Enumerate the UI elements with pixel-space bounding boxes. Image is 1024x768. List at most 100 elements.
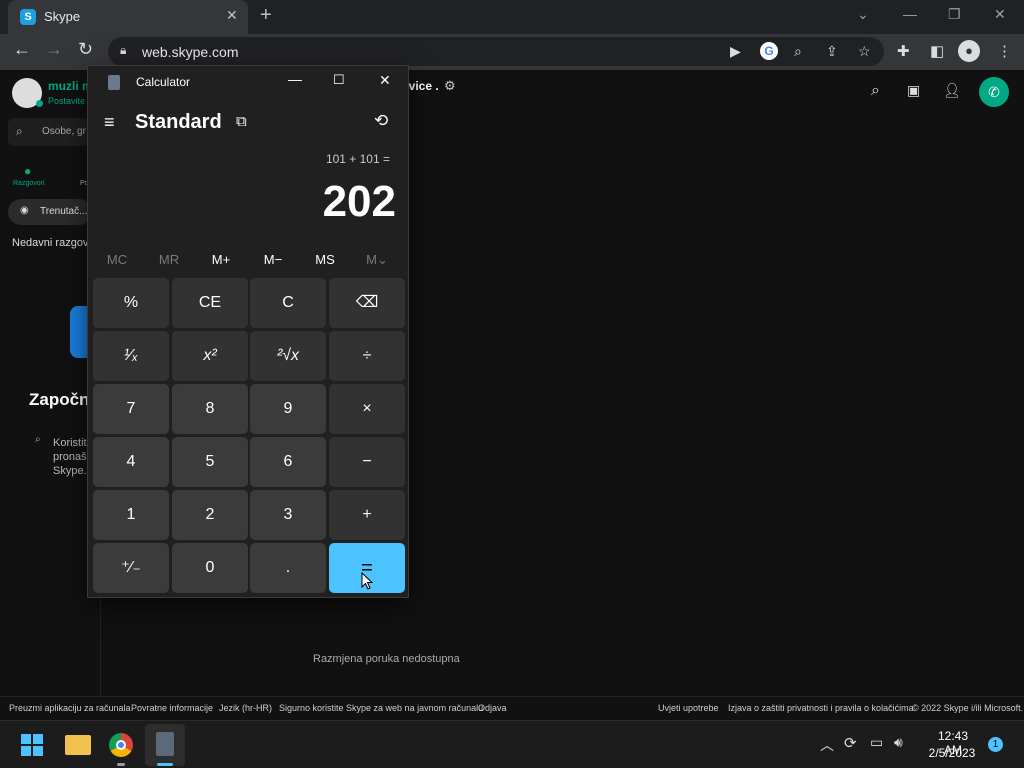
footer-link-feedback[interactable]: Povratne informacije xyxy=(131,703,213,713)
memory-store-button[interactable]: MS xyxy=(299,252,351,267)
digit-4-button[interactable]: 4 xyxy=(93,437,169,487)
extensions-icon[interactable]: ✚ xyxy=(897,42,910,60)
chevron-up-icon[interactable]: ︿ xyxy=(820,735,834,755)
footer-link-signout[interactable]: Odjava xyxy=(478,703,507,713)
footer-link-language[interactable]: Jezik (hr-HR) xyxy=(219,703,272,713)
digit-1-button[interactable]: 1 xyxy=(93,490,169,540)
bookmark-star-icon[interactable]: ☆ xyxy=(858,43,871,60)
calc-maximize-icon[interactable]: ☐ xyxy=(333,72,345,88)
camera-icon[interactable]: ▶ xyxy=(730,43,741,60)
menu-kebab-icon[interactable]: ⋮ xyxy=(997,42,1012,60)
forward-icon[interactable]: → xyxy=(45,39,63,60)
url-text[interactable]: web.skype.com xyxy=(142,44,238,60)
meet-now-button[interactable]: ◉ Trenutač... xyxy=(8,199,92,225)
memory-subtract-button[interactable]: M− xyxy=(247,252,299,267)
profile-name[interactable]: muzli m xyxy=(48,79,93,93)
tab-close-icon[interactable]: ✕ xyxy=(226,7,238,24)
file-explorer-icon[interactable] xyxy=(65,735,91,755)
keep-on-top-icon[interactable]: ⧉ xyxy=(236,113,247,130)
footer-link-privacy[interactable]: Izjava o zaštiti privatnosti i pravila o… xyxy=(728,703,914,713)
new-tab-icon[interactable]: + xyxy=(260,4,272,27)
digit-7-button[interactable]: 7 xyxy=(93,384,169,434)
back-icon[interactable]: ← xyxy=(13,39,31,60)
restore-icon[interactable]: ❐ xyxy=(948,6,961,23)
reciprocal-button[interactable]: ¹⁄ₓ xyxy=(93,331,169,381)
clear-entry-button[interactable]: CE xyxy=(172,278,248,328)
backspace-button[interactable]: ⌫ xyxy=(329,278,405,328)
mouse-cursor-icon xyxy=(361,572,374,590)
nav-chats[interactable]: Razgovori xyxy=(13,180,45,187)
start-button-icon[interactable] xyxy=(21,734,43,756)
minimize-icon[interactable]: — xyxy=(903,6,917,22)
memory-clear-button[interactable]: MC xyxy=(91,252,143,267)
gallery-icon[interactable]: ▣ xyxy=(907,82,920,99)
memory-recall-button[interactable]: MR xyxy=(143,252,195,267)
footer-link-terms[interactable]: Uvjeti upotrebe xyxy=(658,703,719,713)
browser-tab[interactable]: S Skype ✕ xyxy=(8,0,248,34)
sync-icon[interactable]: ⟳ xyxy=(844,734,857,752)
divide-button[interactable]: ÷ xyxy=(329,331,405,381)
multiply-button[interactable]: × xyxy=(329,384,405,434)
network-icon[interactable]: ▭ xyxy=(870,734,883,751)
share-icon[interactable]: ⇪ xyxy=(826,43,838,60)
recent-chats-heading: Nedavni razgov xyxy=(12,237,89,249)
digit-3-button[interactable]: 3 xyxy=(250,490,326,540)
volume-icon[interactable]: 🔊︎ xyxy=(894,734,903,751)
square-root-button[interactable]: ²√x xyxy=(250,331,326,381)
calc-close-icon[interactable]: ✕ xyxy=(379,72,391,89)
hint-text: Koristit pronaš Skype. xyxy=(53,436,87,478)
add-people-icon[interactable]: 👤︎ xyxy=(943,82,961,99)
header-search-icon[interactable]: ⌕ xyxy=(871,82,880,100)
calculator-title: Calculator xyxy=(136,75,191,89)
digit-6-button[interactable]: 6 xyxy=(250,437,326,487)
settings-gear-icon[interactable]: ⚙ xyxy=(444,78,456,94)
digit-8-button[interactable]: 8 xyxy=(172,384,248,434)
digit-9-button[interactable]: 9 xyxy=(250,384,326,434)
notification-badge[interactable]: 1 xyxy=(988,737,1003,752)
square-button[interactable]: x² xyxy=(172,331,248,381)
add-button[interactable]: + xyxy=(329,490,405,540)
digit-2-button[interactable]: 2 xyxy=(172,490,248,540)
close-window-icon[interactable]: ✕ xyxy=(994,6,1006,23)
decimal-button[interactable]: . xyxy=(250,543,326,593)
search-icon: ⌕ xyxy=(16,124,23,138)
memory-add-button[interactable]: M+ xyxy=(195,252,247,267)
footer-copyright: © 2022 Skype i/ili Microsoft. xyxy=(912,703,1024,713)
memory-list-button[interactable]: M⌄ xyxy=(351,252,403,268)
calc-minimize-icon[interactable]: — xyxy=(288,71,302,87)
google-icon[interactable]: G xyxy=(760,42,778,60)
expression-display: 101 + 101 = xyxy=(325,152,390,166)
reload-icon[interactable]: ↻ xyxy=(78,39,93,60)
presence-icon xyxy=(36,100,43,107)
tab-search-icon[interactable]: ⌄ xyxy=(857,6,869,23)
history-icon[interactable]: ⟲ xyxy=(374,111,388,131)
search-placeholder: Osobe, gr xyxy=(42,126,86,137)
footer-link-safety[interactable]: Sigurno koristite Skype za web na javnom… xyxy=(279,703,483,713)
footer-link-download[interactable]: Preuzmi aplikaciju za računala xyxy=(9,703,131,713)
digit-5-button[interactable]: 5 xyxy=(172,437,248,487)
calculator-window[interactable]: Calculator — ☐ ✕ ≡ Standard ⧉ ⟲ 101 + 10… xyxy=(87,65,409,598)
clear-button[interactable]: C xyxy=(250,278,326,328)
zoom-icon[interactable]: ⌕ xyxy=(794,43,802,60)
negate-button[interactable]: ⁺⁄₋ xyxy=(93,543,169,593)
meet-now-icon: ◉ xyxy=(20,205,29,216)
digit-0-button[interactable]: 0 xyxy=(172,543,248,593)
chat-header-title[interactable]: rvice . xyxy=(404,79,439,93)
search-input[interactable]: ⌕ Osobe, gr xyxy=(8,118,98,146)
hamburger-menu-icon[interactable]: ≡ xyxy=(104,112,115,133)
side-panel-icon[interactable]: ◧ xyxy=(930,42,944,60)
address-bar[interactable]: 🔒︎ web.skype.com ▶ G ⌕ ⇪ ☆ xyxy=(108,37,884,66)
clock-date[interactable]: 2/5/2023 xyxy=(926,746,978,760)
percent-button[interactable]: % xyxy=(93,278,169,328)
chrome-icon[interactable] xyxy=(109,733,133,757)
calculator-taskbar-button[interactable] xyxy=(145,724,185,766)
hint-line-3: Skype. xyxy=(53,465,87,477)
tab-title: Skype xyxy=(44,9,81,24)
call-button[interactable]: ✆ xyxy=(979,77,1009,107)
profile-status[interactable]: Postavite s xyxy=(48,96,92,106)
chats-icon[interactable]: ● xyxy=(24,164,31,178)
profile-icon[interactable]: ● xyxy=(958,40,980,62)
hint-line-2: pronaš xyxy=(53,451,87,463)
subtract-button[interactable]: − xyxy=(329,437,405,487)
lock-icon: 🔒︎ xyxy=(120,43,127,57)
